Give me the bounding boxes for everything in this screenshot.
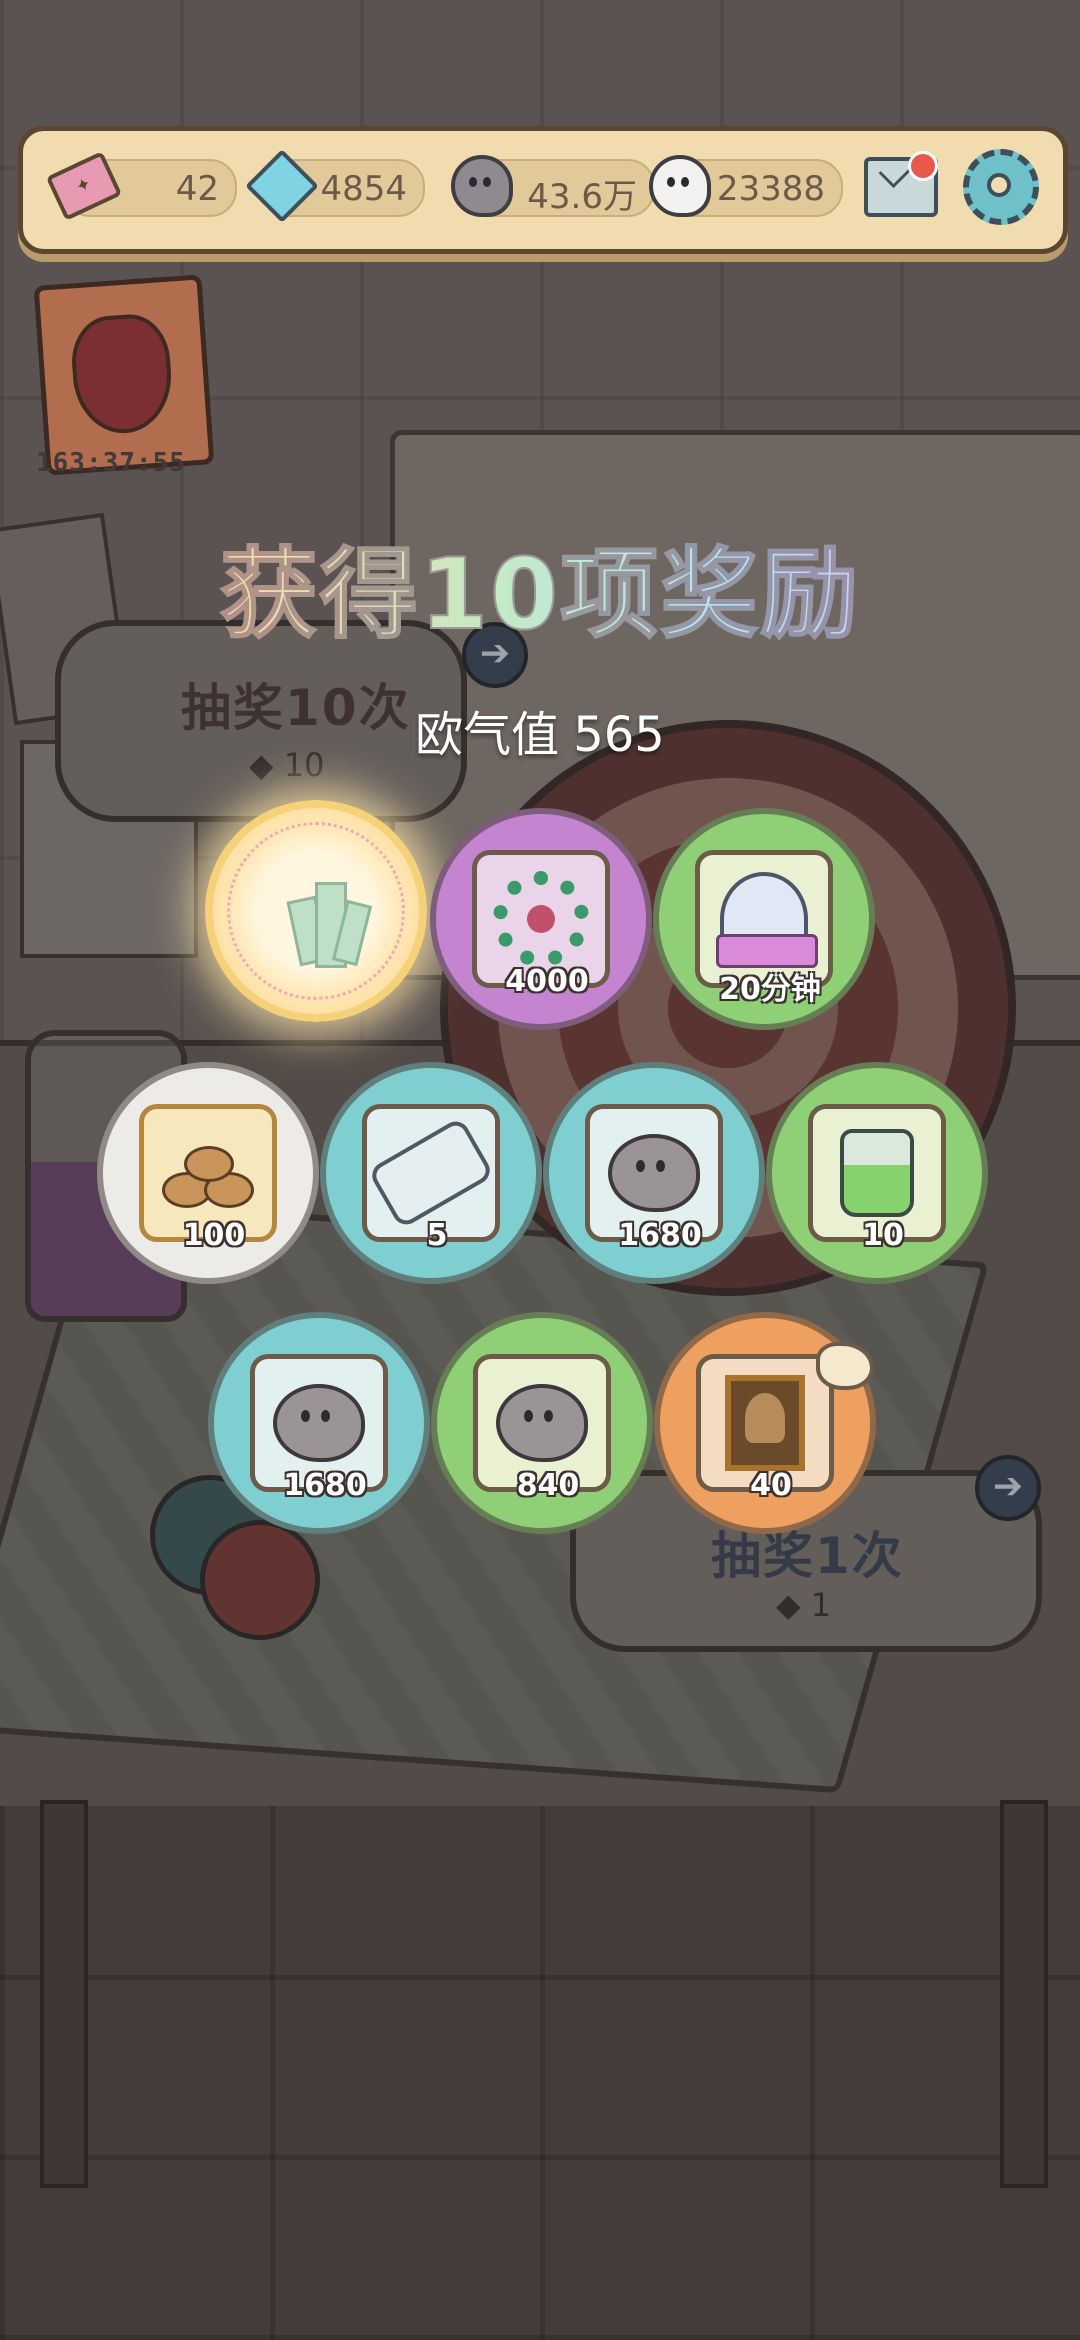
reward-item[interactable]: 10 <box>766 1062 988 1284</box>
mail-icon <box>864 151 938 217</box>
ticket-icon: ✦ <box>45 151 123 221</box>
dark-soul-count: 43.6万 <box>527 177 637 217</box>
reward-qty: 5 <box>426 1218 448 1253</box>
settings-button[interactable] <box>963 149 1039 225</box>
dark-soul-icon <box>273 1384 365 1462</box>
reward-item[interactable]: 1680 <box>543 1062 765 1284</box>
reward-qty: 4000 <box>505 964 589 999</box>
reward-item[interactable]: 5 <box>320 1062 542 1284</box>
firewood-icon <box>158 1138 258 1208</box>
luck-label: 欧气值 <box>415 707 560 763</box>
reward-qty: 840 <box>516 1468 580 1503</box>
ticket-counter[interactable]: ✦ 42 <box>45 151 237 221</box>
reward-item[interactable]: 1680 <box>208 1312 430 1534</box>
crystal-cluster-icon <box>283 878 373 968</box>
reward-qty: 40 <box>750 1468 792 1503</box>
reward-item[interactable]: 40 <box>654 1312 876 1534</box>
reward-item[interactable]: 840 <box>431 1312 653 1534</box>
resource-bar: ✦ 42 4854 43.6万 23388 <box>18 126 1068 254</box>
gear-icon <box>963 149 1039 225</box>
dark-soul-counter[interactable]: 43.6万 <box>451 155 655 217</box>
luck-value-line: 欧气值 565 <box>0 695 1080 765</box>
white-soul-count: 23388 <box>716 169 825 209</box>
reward-title: 获得10项奖励 <box>0 515 1080 657</box>
reward-qty: 10 <box>862 1218 904 1253</box>
mail-button[interactable] <box>863 149 939 225</box>
crystal-icon <box>245 149 319 223</box>
reward-item[interactable] <box>205 800 427 1022</box>
reward-qty: 1680 <box>618 1218 702 1253</box>
luck-value: 565 <box>573 707 665 763</box>
dark-soul-icon <box>496 1384 588 1462</box>
white-soul-icon <box>649 155 711 217</box>
notification-dot <box>908 151 938 181</box>
event-card[interactable] <box>33 274 215 476</box>
crystal-counter[interactable]: 4854 <box>245 149 425 223</box>
reward-qty: 100 <box>182 1218 246 1253</box>
wreath-icon <box>493 871 589 967</box>
ghost-pillow-icon <box>716 872 818 968</box>
splash-icon <box>816 1342 874 1390</box>
reward-qty: 1680 <box>283 1468 367 1503</box>
white-soul-counter[interactable]: 23388 <box>649 155 843 217</box>
dark-soul-icon <box>451 155 513 217</box>
reward-item[interactable]: 4000 <box>430 808 652 1030</box>
ticket-count: 42 <box>175 169 219 209</box>
event-timer: 163:37:55 <box>36 448 186 478</box>
reward-qty: 20分钟 <box>719 972 821 1007</box>
painting-icon <box>725 1375 805 1471</box>
scroll-icon <box>367 1116 495 1230</box>
carrot-ghost-icon <box>68 311 175 437</box>
dark-soul-icon <box>608 1134 700 1212</box>
reward-item[interactable]: 100 <box>97 1062 319 1284</box>
crystal-count: 4854 <box>320 169 407 209</box>
potion-bottle-icon <box>840 1129 914 1217</box>
reward-item[interactable]: 20分钟 <box>653 808 875 1030</box>
